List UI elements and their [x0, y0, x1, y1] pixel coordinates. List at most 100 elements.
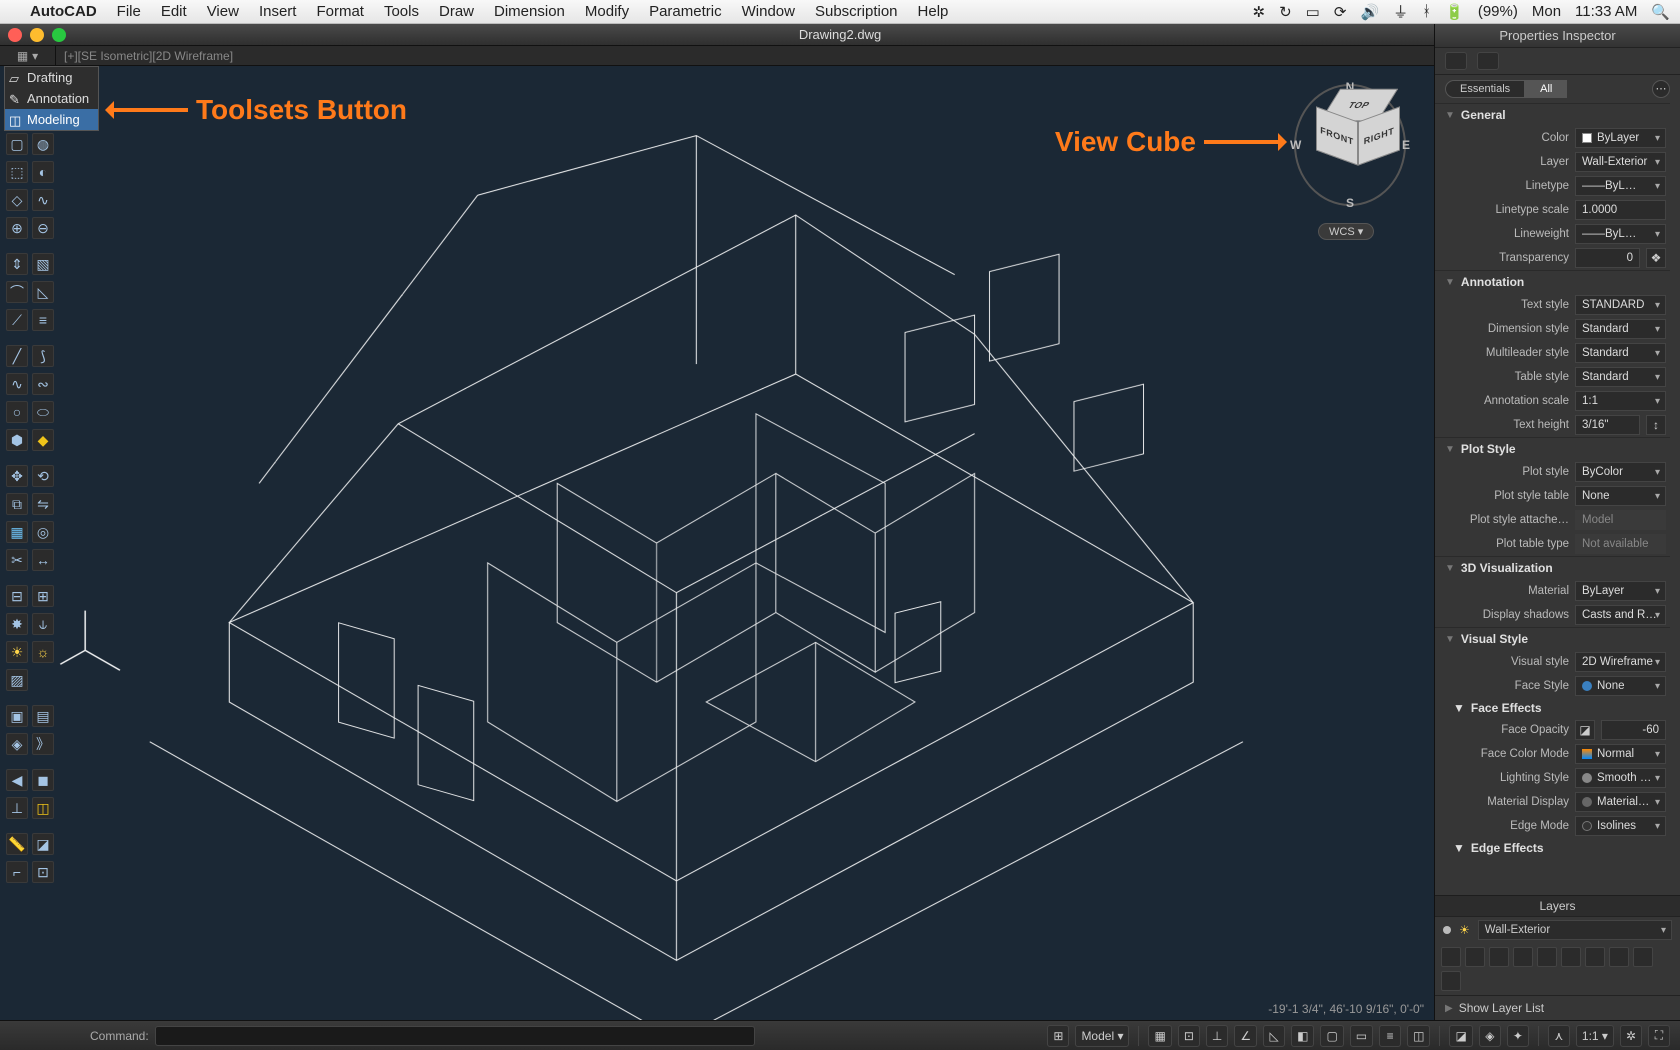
command-input[interactable]	[155, 1026, 755, 1046]
viewcube-widget[interactable]: N S E W TOP FRONT RIGHT WCS ▾	[1280, 70, 1420, 220]
subtract-tool[interactable]: ⊖	[32, 217, 54, 239]
toolset-drafting[interactable]: ▱Drafting	[5, 67, 98, 88]
box-tool[interactable]: ▢	[6, 133, 28, 155]
toolsets-dropdown-button[interactable]: ▦ ▾	[0, 46, 56, 65]
ellipse-tool[interactable]: ⬭	[32, 401, 54, 423]
drawing-canvas[interactable]: Toolsets Button View Cube	[58, 66, 1434, 1020]
insert-menu[interactable]: Insert	[259, 3, 297, 20]
minimize-window-button[interactable]	[30, 28, 44, 42]
app-menu[interactable]: AutoCAD	[30, 3, 97, 20]
point-light-tool[interactable]: ◀	[6, 769, 28, 791]
line-tool[interactable]: ╱	[6, 345, 28, 367]
window-menu[interactable]: Window	[742, 3, 795, 20]
sweep-tool[interactable]: ∿	[32, 189, 54, 211]
gizmo-button[interactable]: ✦	[1507, 1025, 1529, 1047]
prop-facecolormode-value[interactable]: Normal	[1575, 744, 1666, 764]
draw-menu[interactable]: Draw	[439, 3, 474, 20]
otrack-button[interactable]: ▢	[1320, 1025, 1343, 1047]
move-tool[interactable]: ✥	[6, 465, 28, 487]
model-space-button[interactable]: Model ▾	[1075, 1025, 1129, 1047]
rotate-tool[interactable]: ⟲	[32, 465, 54, 487]
prop-ltscale-value[interactable]: 1.0000	[1575, 200, 1666, 220]
transparency-button[interactable]: ◫	[1407, 1025, 1430, 1047]
copy-tool[interactable]: ⧉	[6, 493, 28, 515]
grid-tool[interactable]: ⊡	[32, 861, 54, 883]
ucs-world-tool[interactable]: ◫	[32, 797, 54, 819]
trim-tool[interactable]: ✂	[6, 549, 28, 571]
anno-scale-button[interactable]: 1:1 ▾	[1576, 1025, 1614, 1047]
quick-props-button[interactable]: ◪	[1449, 1025, 1472, 1047]
prop-annoscale-value[interactable]: 1:1	[1575, 391, 1666, 411]
prop-dimstyle-value[interactable]: Standard	[1575, 319, 1666, 339]
layer-tool-9[interactable]	[1633, 947, 1653, 967]
thicken-tool[interactable]: ≡	[32, 309, 54, 331]
prop-faceopacity-value[interactable]: -60	[1601, 720, 1666, 740]
prop-facestyle-value[interactable]: None	[1575, 676, 1666, 696]
ucs-tool[interactable]: ⊥	[6, 797, 28, 819]
layer-tool-3[interactable]	[1489, 947, 1509, 967]
section-tool[interactable]: ⊟	[6, 585, 28, 607]
section-visualstyle[interactable]: ▼Visual Style	[1435, 627, 1670, 650]
battery-icon[interactable]: 🔋	[1445, 3, 1464, 21]
measure-tool[interactable]: 📏	[6, 833, 28, 855]
format-menu[interactable]: Format	[316, 3, 364, 20]
clean-screen-button[interactable]: ⛶	[1648, 1025, 1670, 1047]
layer-tool-5[interactable]	[1537, 947, 1557, 967]
prop-mleaderstyle-value[interactable]: Standard	[1575, 343, 1666, 363]
explode-tool[interactable]: ✸	[6, 613, 28, 635]
arc-tool[interactable]: ⟆	[32, 345, 54, 367]
layer-tool-1[interactable]	[1441, 947, 1461, 967]
circle-tool[interactable]: ○	[6, 401, 28, 423]
workspace-switch-button[interactable]: ✲	[1620, 1025, 1642, 1047]
snap-button[interactable]: ⊡	[1178, 1025, 1200, 1047]
layer-freeze-icon[interactable]: ☀	[1459, 923, 1470, 937]
fillet-tool[interactable]: ⌒	[6, 281, 28, 303]
spline-tool[interactable]: ∿	[6, 373, 28, 395]
prop-matdisplay-value[interactable]: Material…	[1575, 792, 1666, 812]
help-menu[interactable]: Help	[918, 3, 949, 20]
layer-tool-4[interactable]	[1513, 947, 1533, 967]
layer-tool-8[interactable]	[1609, 947, 1629, 967]
transparency-layers-icon[interactable]: ❖	[1646, 248, 1666, 268]
viewcube[interactable]: TOP FRONT RIGHT	[1320, 88, 1396, 164]
light-tool[interactable]: ☀	[6, 641, 28, 663]
layout-grid-button[interactable]: ⊞	[1047, 1025, 1069, 1047]
view-menu[interactable]: View	[207, 3, 239, 20]
material-tool[interactable]: ▨	[6, 669, 28, 691]
offset-tool[interactable]: ◎	[32, 521, 54, 543]
osnap-button[interactable]: ◺	[1263, 1025, 1285, 1047]
modify-menu[interactable]: Modify	[585, 3, 629, 20]
compass-s[interactable]: S	[1346, 196, 1354, 210]
prop-vstyle-value[interactable]: 2D Wireframe	[1575, 652, 1666, 672]
prop-lightstyle-value[interactable]: Smooth …	[1575, 768, 1666, 788]
spot-light-tool[interactable]: ◼	[32, 769, 54, 791]
toolset-modeling[interactable]: ◫Modeling	[5, 109, 98, 130]
extend-tool[interactable]: ↔	[32, 549, 54, 571]
prop-edgemode-value[interactable]: Isolines	[1575, 816, 1666, 836]
edit-menu[interactable]: Edit	[161, 3, 187, 20]
show-layer-list-button[interactable]: ▶Show Layer List	[1435, 995, 1680, 1020]
prop-layer-value[interactable]: Wall-Exterior	[1575, 152, 1666, 172]
close-window-button[interactable]	[8, 28, 22, 42]
network-tool[interactable]: ⬢	[6, 429, 28, 451]
file-menu[interactable]: File	[117, 3, 141, 20]
tools-menu[interactable]: Tools	[384, 3, 419, 20]
current-layer-dropdown[interactable]: Wall-Exterior	[1478, 920, 1672, 940]
faceopacity-toggle-icon[interactable]: ◪	[1575, 720, 1595, 740]
prop-plottable-value[interactable]: None	[1575, 486, 1666, 506]
inspector-mode-properties-icon[interactable]	[1445, 52, 1467, 70]
inspector-options-icon[interactable]: ⋯	[1652, 80, 1670, 98]
snap-grid-button[interactable]: ▦	[1148, 1025, 1171, 1047]
dynmode-button[interactable]: ▭	[1350, 1025, 1373, 1047]
sun-tool[interactable]: ☼	[32, 641, 54, 663]
dimension-menu[interactable]: Dimension	[494, 3, 565, 20]
presspull-tool[interactable]: ⇕	[6, 253, 28, 275]
lwt-button[interactable]: ≡	[1379, 1025, 1401, 1047]
section-plane-tool[interactable]: ⊞	[32, 585, 54, 607]
join-tool[interactable]: ⫝	[32, 613, 54, 635]
visual-style-tool[interactable]: 》	[32, 733, 54, 755]
union-tool[interactable]: ⊕	[6, 217, 28, 239]
clock-time[interactable]: 11:33 AM	[1575, 3, 1637, 20]
planar-tool[interactable]: ▧	[32, 253, 54, 275]
layer-tool-6[interactable]	[1561, 947, 1581, 967]
